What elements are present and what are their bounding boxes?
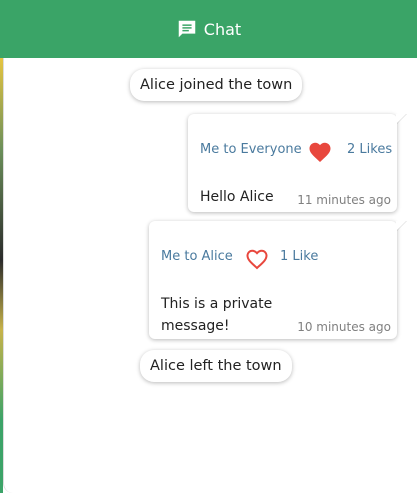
message-recipient: Me to Alice xyxy=(161,249,233,264)
heart-outline-icon[interactable] xyxy=(245,248,269,270)
message-text: Hello Alice xyxy=(200,189,274,205)
chat-title: Chat xyxy=(203,19,242,39)
message-timestamp: 10 minutes ago xyxy=(297,320,391,334)
chat-bubble-icon xyxy=(176,18,198,40)
chat-panel: Alice joined the town Me to Everyone 2 L… xyxy=(3,58,417,493)
message-timestamp: 11 minutes ago xyxy=(297,193,391,207)
system-message: Alice joined the town xyxy=(130,69,303,101)
chat-header: Chat xyxy=(0,0,417,58)
chat-message: Me to Alice 1 Like This is a private mes… xyxy=(149,221,397,339)
likes-count: 1 Like xyxy=(280,249,319,264)
likes-count: 2 Likes xyxy=(347,142,393,157)
system-message: Alice left the town xyxy=(140,350,292,382)
message-recipient: Me to Everyone xyxy=(200,142,302,157)
chat-message: Me to Everyone 2 Likes Hello Alice 11 mi… xyxy=(188,114,397,212)
heart-filled-icon[interactable] xyxy=(308,141,332,163)
message-text: This is a private message! xyxy=(161,296,273,334)
